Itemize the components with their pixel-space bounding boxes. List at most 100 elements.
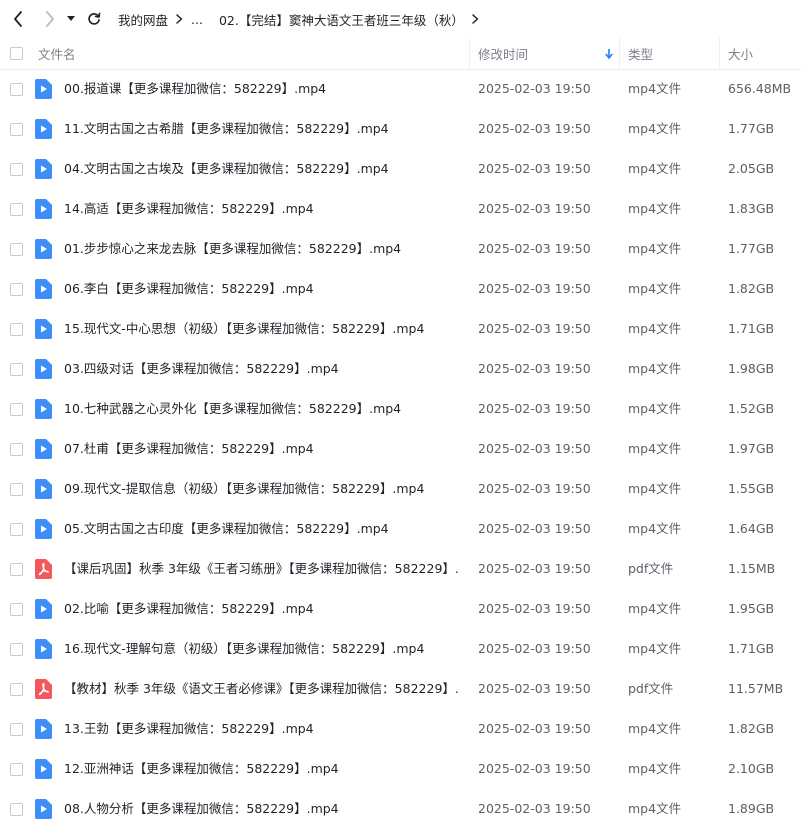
refresh-button[interactable] <box>84 9 104 29</box>
back-button[interactable] <box>8 9 28 29</box>
file-row[interactable]: 02.比喻【更多课程加微信：582229】.mp4 2025-02-03 19:… <box>0 589 801 629</box>
file-row[interactable]: 15.现代文-中心思想（初级）【更多课程加微信：582229】.mp4 2025… <box>0 309 801 349</box>
breadcrumb-separator[interactable] <box>472 14 479 24</box>
file-type: mp4文件 <box>628 441 682 456</box>
file-modified-time: 2025-02-03 19:50 <box>478 201 591 216</box>
breadcrumb-root[interactable]: 我的网盘 <box>118 10 168 29</box>
row-checkbox[interactable] <box>10 683 23 696</box>
file-name: 04.文明古国之古埃及【更多课程加微信：582229】.mp4 <box>64 161 389 176</box>
file-type: mp4文件 <box>628 601 682 616</box>
file-modified-time: 2025-02-03 19:50 <box>478 521 591 536</box>
file-row[interactable]: 【教材】秋季 3年级《语文王者必修课》【更多课程加微信：582229】.... … <box>0 669 801 709</box>
file-name: 00.报道课【更多课程加微信：582229】.mp4 <box>64 81 327 96</box>
file-row[interactable]: 04.文明古国之古埃及【更多课程加微信：582229】.mp4 2025-02-… <box>0 149 801 189</box>
file-name: 12.亚洲神话【更多课程加微信：582229】.mp4 <box>64 761 339 776</box>
breadcrumb: 我的网盘 ... 02.【完结】窦神大语文王者班三年级（秋） <box>118 10 487 29</box>
select-all-checkbox[interactable] <box>10 47 23 60</box>
file-row[interactable]: 08.人物分析【更多课程加微信：582229】.mp4 2025-02-03 1… <box>0 789 801 829</box>
file-size: 656.48MB <box>728 81 792 96</box>
video-file-icon <box>35 199 52 219</box>
row-checkbox[interactable] <box>10 443 23 456</box>
file-modified-time: 2025-02-03 19:50 <box>478 801 591 816</box>
file-modified-time: 2025-02-03 19:50 <box>478 121 591 136</box>
column-header-type[interactable]: 类型 <box>628 38 653 69</box>
file-row[interactable]: 13.王勃【更多课程加微信：582229】.mp4 2025-02-03 19:… <box>0 709 801 749</box>
file-row[interactable]: 10.七种武器之心灵外化【更多课程加微信：582229】.mp4 2025-02… <box>0 389 801 429</box>
file-size: 1.71GB <box>728 321 775 336</box>
sort-desc-icon[interactable] <box>605 38 613 69</box>
breadcrumb-ellipsis[interactable]: ... <box>191 12 203 27</box>
row-checkbox[interactable] <box>10 763 23 776</box>
column-divider[interactable] <box>719 38 720 69</box>
video-file-icon <box>35 479 52 499</box>
file-row[interactable]: 07.杜甫【更多课程加微信：582229】.mp4 2025-02-03 19:… <box>0 429 801 469</box>
file-size: 1.55GB <box>728 481 775 496</box>
file-modified-time: 2025-02-03 19:50 <box>478 441 591 456</box>
row-checkbox[interactable] <box>10 363 23 376</box>
chevron-right-icon <box>46 11 54 27</box>
file-row[interactable]: 06.李白【更多课程加微信：582229】.mp4 2025-02-03 19:… <box>0 269 801 309</box>
chevron-right-icon <box>176 14 183 24</box>
file-modified-time: 2025-02-03 19:50 <box>478 601 591 616</box>
file-type: mp4文件 <box>628 161 682 176</box>
row-checkbox[interactable] <box>10 403 23 416</box>
file-type: mp4文件 <box>628 721 682 736</box>
file-modified-time: 2025-02-03 19:50 <box>478 161 591 176</box>
video-file-icon <box>35 719 52 739</box>
column-header-size[interactable]: 大小 <box>728 38 753 69</box>
file-modified-time: 2025-02-03 19:50 <box>478 361 591 376</box>
file-modified-time: 2025-02-03 19:50 <box>478 481 591 496</box>
column-divider[interactable] <box>619 38 620 69</box>
row-checkbox[interactable] <box>10 83 23 96</box>
row-checkbox[interactable] <box>10 723 23 736</box>
file-row[interactable]: 14.高适【更多课程加微信：582229】.mp4 2025-02-03 19:… <box>0 189 801 229</box>
file-type: mp4文件 <box>628 201 682 216</box>
file-row[interactable]: 【课后巩固】秋季 3年级《王者习练册》【更多课程加微信：582229】.... … <box>0 549 801 589</box>
row-checkbox[interactable] <box>10 203 23 216</box>
file-row[interactable]: 16.现代文-理解句意（初级）【更多课程加微信：582229】.mp4 2025… <box>0 629 801 669</box>
row-checkbox[interactable] <box>10 123 23 136</box>
chevron-right-icon <box>472 14 479 24</box>
row-checkbox[interactable] <box>10 803 23 816</box>
row-checkbox[interactable] <box>10 323 23 336</box>
column-header-modified[interactable]: 修改时间 <box>478 38 528 69</box>
video-file-icon <box>35 519 52 539</box>
file-name: 11.文明古国之古希腊【更多课程加微信：582229】.mp4 <box>64 121 389 136</box>
row-checkbox[interactable] <box>10 163 23 176</box>
file-modified-time: 2025-02-03 19:50 <box>478 641 591 656</box>
pdf-file-icon <box>35 559 52 579</box>
file-type: pdf文件 <box>628 681 674 696</box>
file-row[interactable]: 11.文明古国之古希腊【更多课程加微信：582229】.mp4 2025-02-… <box>0 109 801 149</box>
file-row[interactable]: 01.步步惊心之来龙去脉【更多课程加微信：582229】.mp4 2025-02… <box>0 229 801 269</box>
history-dropdown-button[interactable] <box>64 9 78 29</box>
breadcrumb-separator <box>176 14 183 24</box>
video-file-icon <box>35 599 52 619</box>
forward-button[interactable] <box>40 9 60 29</box>
file-row[interactable]: 03.四级对话【更多课程加微信：582229】.mp4 2025-02-03 1… <box>0 349 801 389</box>
file-row[interactable]: 09.现代文-提取信息（初级）【更多课程加微信：582229】.mp4 2025… <box>0 469 801 509</box>
file-row[interactable]: 12.亚洲神话【更多课程加微信：582229】.mp4 2025-02-03 1… <box>0 749 801 789</box>
file-row[interactable]: 00.报道课【更多课程加微信：582229】.mp4 2025-02-03 19… <box>0 69 801 109</box>
file-size: 1.77GB <box>728 241 775 256</box>
file-size: 1.83GB <box>728 201 775 216</box>
row-checkbox[interactable] <box>10 483 23 496</box>
video-file-icon <box>35 799 52 819</box>
file-row[interactable]: 05.文明古国之古印度【更多课程加微信：582229】.mp4 2025-02-… <box>0 509 801 549</box>
video-file-icon <box>35 239 52 259</box>
column-header-name[interactable]: 文件名 <box>38 38 76 69</box>
row-checkbox[interactable] <box>10 563 23 576</box>
row-checkbox[interactable] <box>10 523 23 536</box>
row-checkbox[interactable] <box>10 243 23 256</box>
file-size: 1.82GB <box>728 721 775 736</box>
file-modified-time: 2025-02-03 19:50 <box>478 241 591 256</box>
file-list-header: 文件名 修改时间 类型 大小 <box>0 38 801 70</box>
file-size: 1.77GB <box>728 121 775 136</box>
row-checkbox[interactable] <box>10 603 23 616</box>
file-size: 1.95GB <box>728 601 775 616</box>
breadcrumb-current[interactable]: 02.【完结】窦神大语文王者班三年级（秋） <box>219 10 464 29</box>
column-divider[interactable] <box>469 38 470 69</box>
row-checkbox[interactable] <box>10 643 23 656</box>
file-type: mp4文件 <box>628 481 682 496</box>
row-checkbox[interactable] <box>10 283 23 296</box>
file-name: 01.步步惊心之来龙去脉【更多课程加微信：582229】.mp4 <box>64 241 402 256</box>
